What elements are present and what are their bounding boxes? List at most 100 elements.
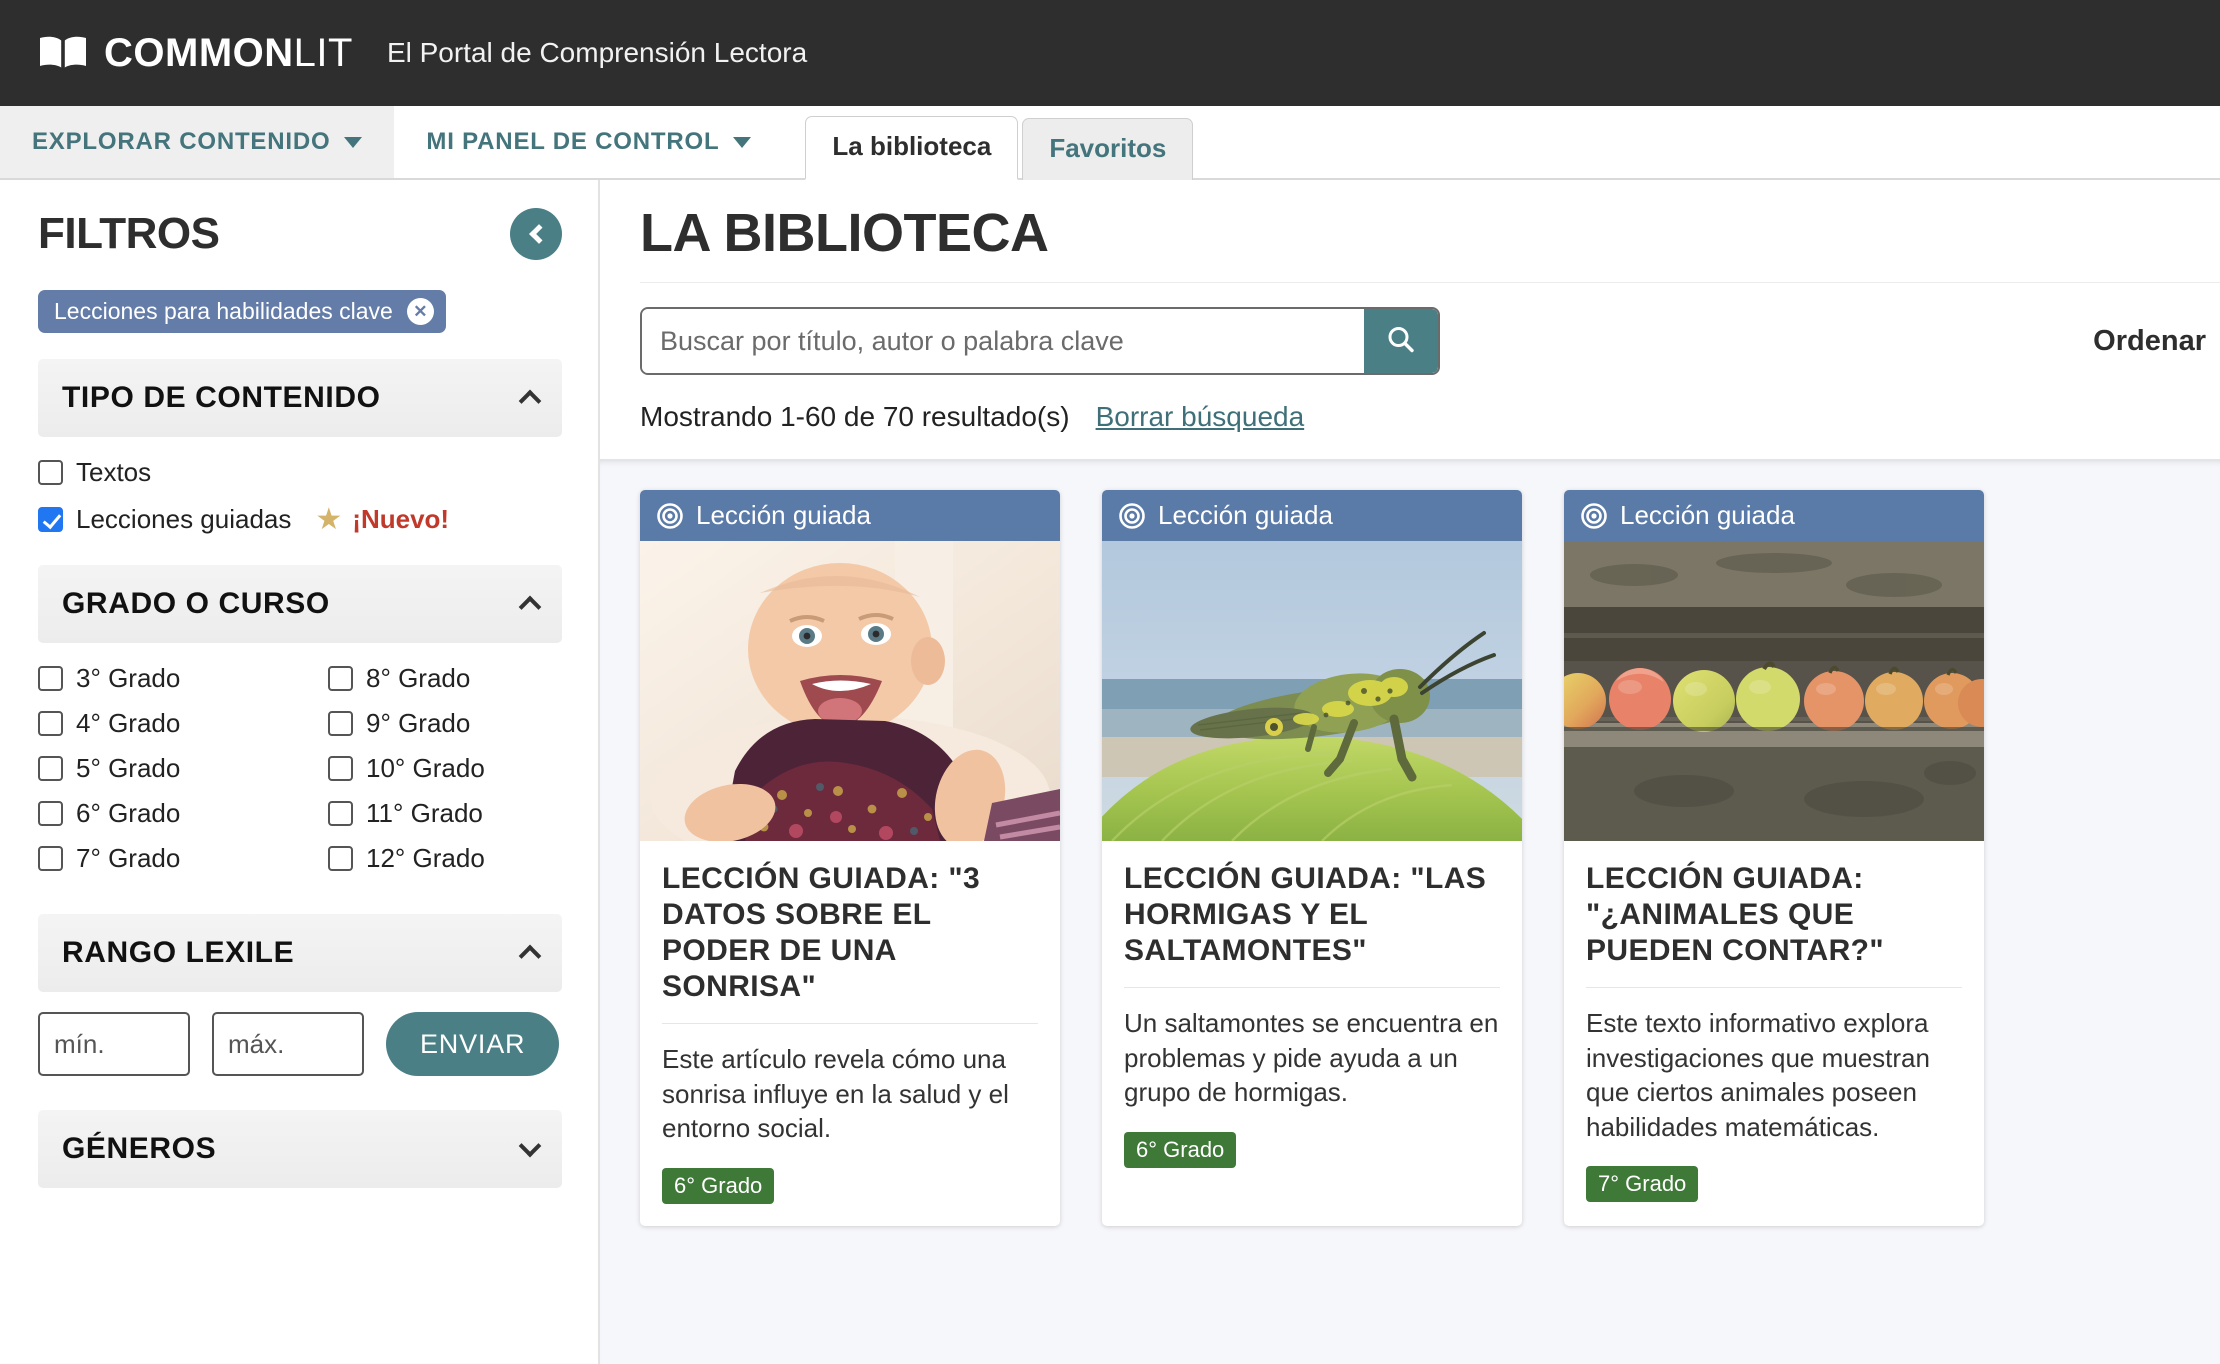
section-grado-o-curso[interactable]: GRADO O CURSO	[38, 565, 562, 643]
lexile-submit-button[interactable]: ENVIAR	[386, 1012, 560, 1076]
target-icon	[1118, 502, 1146, 530]
checkbox-box[interactable]	[328, 666, 353, 691]
chevron-up-icon	[518, 389, 542, 413]
section-generos[interactable]: GÉNEROS	[38, 1110, 562, 1188]
checkbox-textos[interactable]: Textos	[38, 457, 562, 488]
app-header: COMMONLIT El Portal de Comprensión Lecto…	[0, 0, 2220, 106]
nav-label: MI PANEL DE CONTROL	[426, 128, 720, 155]
checkbox-box[interactable]	[38, 801, 63, 826]
card-body: LECCIÓN GUIADA: "3 DATOS SOBRE EL PODER …	[640, 841, 1060, 1226]
checkbox-grade-10[interactable]: 10° Grado	[328, 753, 562, 784]
checkbox-grade-7[interactable]: 7° Grado	[38, 843, 328, 874]
results-area: Lección guiada LECCIÓN GUIADA: "3 DATOS …	[600, 459, 2220, 1364]
star-icon: ★	[315, 503, 343, 536]
grade-badge: 6° Grado	[662, 1167, 775, 1204]
card-title: LECCIÓN GUIADA: "3 DATOS SOBRE EL PODER …	[662, 862, 981, 1003]
checkbox-grade-8[interactable]: 8° Grado	[328, 663, 562, 694]
sort-label[interactable]: Ordenar	[2093, 325, 2206, 358]
nav-label: EXPLORAR CONTENIDO	[32, 128, 331, 155]
tab-favoritos[interactable]: Favoritos	[1022, 118, 1194, 180]
library-content: LA BIBLIOTECA Ordenar	[600, 180, 2220, 1364]
card-divider	[1124, 987, 1500, 988]
main-navbar: EXPLORAR CONTENIDO MI PANEL DE CONTROL L…	[0, 106, 2220, 180]
card-ribbon-label: Lección guiada	[1158, 500, 1333, 530]
checkbox-label: Lecciones guiadas	[76, 504, 292, 534]
section-rango-lexile[interactable]: RANGO LEXILE	[38, 914, 562, 992]
checkbox-label: Textos	[76, 457, 152, 487]
checkbox-grade-4[interactable]: 4° Grado	[38, 708, 328, 739]
checkbox-label: 7° Grado	[76, 843, 181, 873]
card-image	[1564, 541, 1984, 841]
search-button[interactable]	[1364, 309, 1438, 373]
checkbox-label: 9° Grado	[366, 708, 471, 738]
checkbox-grade-6[interactable]: 6° Grado	[38, 798, 328, 829]
checkbox-grade-12[interactable]: 12° Grado	[328, 843, 562, 874]
chevron-down-icon	[518, 1134, 542, 1158]
section-title: GÉNEROS	[62, 1132, 217, 1165]
clear-search-link[interactable]: Borrar búsqueda	[1096, 401, 1305, 433]
section-title: TIPO DE CONTENIDO	[62, 381, 381, 414]
content-header: LA BIBLIOTECA Ordenar	[600, 180, 2220, 459]
checkbox-label: 5° Grado	[76, 753, 181, 783]
logo-light: LIT	[293, 30, 353, 75]
section-title: GRADO O CURSO	[62, 587, 330, 620]
page-title: LA BIBLIOTECA	[640, 203, 1049, 263]
checkbox-box[interactable]	[328, 801, 353, 826]
nav-mi-panel-de-control[interactable]: MI PANEL DE CONTROL	[394, 106, 783, 178]
checkbox-label: 8° Grado	[366, 663, 471, 693]
target-icon	[656, 502, 684, 530]
chevron-down-icon	[733, 136, 752, 148]
lesson-card[interactable]: Lección guiada	[640, 490, 1060, 1226]
target-icon	[1580, 502, 1608, 530]
lexile-range-controls: ENVIAR	[38, 1012, 562, 1076]
checkbox-box[interactable]	[328, 711, 353, 736]
chevron-left-icon	[529, 224, 549, 244]
grade-badge: 7° Grado	[1586, 1166, 1699, 1203]
card-divider	[662, 1023, 1038, 1024]
lesson-card[interactable]: Lección guiada	[1564, 490, 1984, 1226]
search-input[interactable]	[642, 309, 1364, 373]
checkbox-box[interactable]	[38, 507, 63, 532]
collapse-sidebar-button[interactable]	[510, 208, 562, 260]
checkbox-box[interactable]	[38, 711, 63, 736]
checkbox-label: 4° Grado	[76, 708, 181, 738]
results-summary-row: Mostrando 1-60 de 70 resultado(s) Borrar…	[640, 375, 2220, 459]
checkbox-lecciones-guiadas[interactable]: Lecciones guiadas ★ ¡Nuevo!	[38, 502, 562, 537]
card-body: LECCIÓN GUIADA: "LAS HORMIGAS Y EL SALTA…	[1102, 841, 1522, 1190]
card-divider	[1586, 987, 1962, 988]
nav-explorar-contenido[interactable]: EXPLORAR CONTENIDO	[0, 106, 395, 178]
new-badge-label: ¡Nuevo!	[352, 504, 450, 534]
card-ribbon: Lección guiada	[1564, 490, 1984, 541]
checkbox-box[interactable]	[38, 666, 63, 691]
checkbox-box[interactable]	[328, 846, 353, 871]
checkbox-label: 6° Grado	[76, 798, 181, 828]
close-icon[interactable]: ✕	[406, 298, 434, 325]
filters-sidebar: FILTROS Lecciones para habilidades clave…	[0, 180, 600, 1364]
search-icon	[1384, 323, 1418, 360]
checkbox-grade-9[interactable]: 9° Grado	[328, 708, 562, 739]
checkbox-box[interactable]	[38, 756, 63, 781]
checkbox-box[interactable]	[38, 460, 63, 485]
active-filter-chip[interactable]: Lecciones para habilidades clave ✕	[38, 290, 446, 333]
checkbox-box[interactable]	[328, 756, 353, 781]
filters-header: FILTROS	[38, 208, 562, 260]
chevron-down-icon	[344, 136, 363, 148]
grade-badge: 6° Grado	[1124, 1131, 1237, 1168]
lexile-max-input[interactable]	[212, 1012, 364, 1076]
checkbox-label: 12° Grado	[366, 843, 485, 873]
card-grid: Lección guiada LECCIÓN GUIADA: "3 DATOS …	[640, 490, 2220, 1226]
checkbox-box[interactable]	[38, 846, 63, 871]
checkbox-grade-11[interactable]: 11° Grado	[328, 798, 562, 829]
open-book-icon	[38, 33, 88, 73]
lexile-min-input[interactable]	[38, 1012, 190, 1076]
card-description: Un saltamontes se encuentra en problemas…	[1124, 1008, 1499, 1108]
tab-la-biblioteca[interactable]: La biblioteca	[805, 116, 1019, 180]
card-ribbon-label: Lección guiada	[696, 500, 871, 530]
brand-logo[interactable]: COMMONLIT	[38, 31, 353, 76]
checkbox-grade-5[interactable]: 5° Grado	[38, 753, 328, 784]
section-tipo-de-contenido[interactable]: TIPO DE CONTENIDO	[38, 359, 562, 437]
card-ribbon-label: Lección guiada	[1620, 500, 1795, 530]
lesson-card[interactable]: Lección guiada	[1102, 490, 1522, 1226]
checkbox-grade-3[interactable]: 3° Grado	[38, 663, 328, 694]
chevron-up-icon	[518, 595, 542, 619]
